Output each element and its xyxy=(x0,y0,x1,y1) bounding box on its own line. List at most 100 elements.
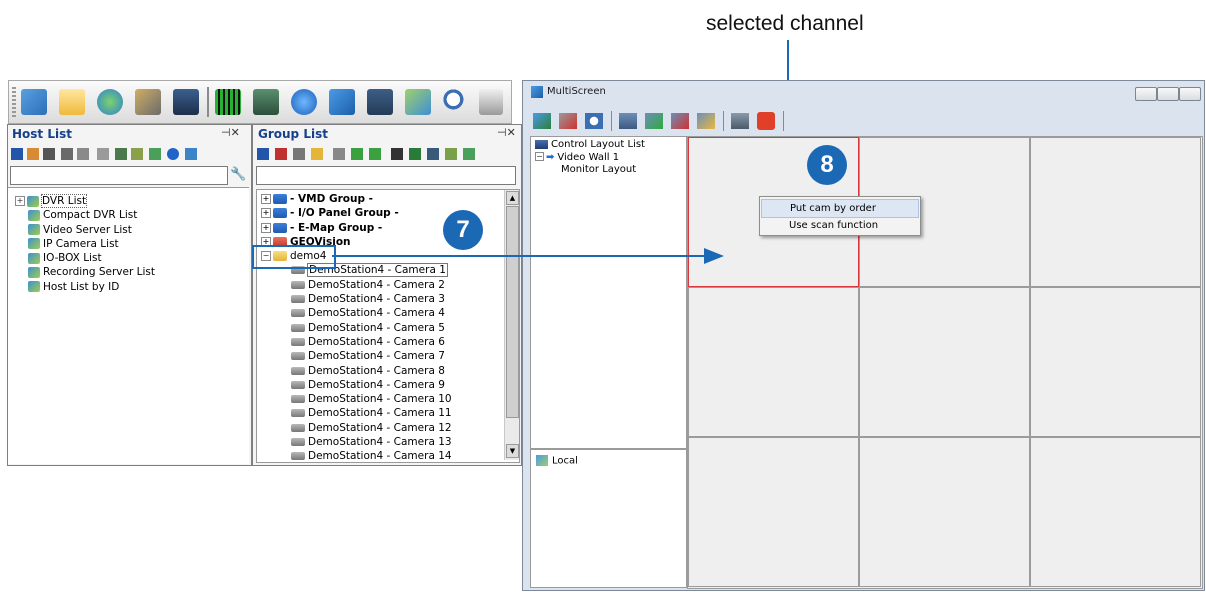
power-icon[interactable] xyxy=(757,112,775,130)
folder-icon[interactable] xyxy=(59,89,85,115)
host-search-input[interactable] xyxy=(10,166,228,185)
maximize-button[interactable] xyxy=(1157,87,1179,101)
wrench-icon[interactable]: 🔧 xyxy=(230,167,246,182)
tree-camera-item[interactable]: DemoStation4 - Camera 4 xyxy=(261,306,452,320)
monitor-cell-8[interactable] xyxy=(859,437,1030,587)
arrow-up-icon[interactable] xyxy=(351,148,363,160)
tag-icon[interactable] xyxy=(445,148,457,160)
monitor-cell-6[interactable] xyxy=(1030,287,1201,437)
tree-item[interactable]: Recording Server List xyxy=(15,265,155,279)
info-icon[interactable] xyxy=(167,148,179,160)
tree-camera-item[interactable]: DemoStation4 - Camera 13 xyxy=(261,435,452,449)
tree-camera-item[interactable]: DemoStation4 - Camera 5 xyxy=(261,321,452,335)
tree-camera-item[interactable]: DemoStation4 - Camera 9 xyxy=(261,378,452,392)
find-icon[interactable] xyxy=(585,113,603,129)
tree-item[interactable]: IO-BOX List xyxy=(15,251,155,265)
add-monitor-icon[interactable] xyxy=(645,113,663,129)
tree-item-control-layout-list[interactable]: Control Layout List xyxy=(535,139,645,152)
emap-icon[interactable] xyxy=(135,89,161,115)
tree-item-video-wall[interactable]: − ➡ Video Wall 1 xyxy=(535,152,645,165)
monitor-cell-4[interactable] xyxy=(688,287,859,437)
tree-item-monitor-layout[interactable]: Monitor Layout xyxy=(535,164,645,177)
host-icon xyxy=(28,238,40,250)
expand-icon[interactable]: + xyxy=(261,194,271,204)
monitor-icon[interactable] xyxy=(173,89,199,115)
tree-camera-item[interactable]: DemoStation4 - Camera 3 xyxy=(261,292,452,306)
tree-camera-item[interactable]: DemoStation4 - Camera 11 xyxy=(261,406,452,420)
tree-item[interactable]: Video Server List xyxy=(15,223,155,237)
multiscreen-icon[interactable] xyxy=(329,89,355,115)
monitor-cell-5[interactable] xyxy=(859,287,1030,437)
keypad-icon[interactable] xyxy=(479,89,503,115)
tree-camera-item[interactable]: DemoStation4 - Camera 14 xyxy=(261,449,452,462)
expand-icon[interactable]: + xyxy=(261,222,271,233)
layout-icon[interactable] xyxy=(409,148,421,160)
save-icon[interactable] xyxy=(257,148,269,160)
link-icon[interactable] xyxy=(97,148,109,160)
local-item[interactable]: Local xyxy=(536,455,578,467)
monitor-cell-9[interactable] xyxy=(1030,437,1201,587)
edit-icon[interactable] xyxy=(27,148,39,160)
disconnect-icon[interactable] xyxy=(77,148,89,160)
connect-icon[interactable] xyxy=(61,148,73,160)
scan-icon[interactable] xyxy=(405,89,431,115)
new-folder-icon[interactable] xyxy=(311,148,323,160)
tree-group-vmd[interactable]: + - VMD Group - xyxy=(261,192,452,206)
monitor-icon[interactable] xyxy=(619,113,637,129)
camera-icon xyxy=(291,352,305,361)
tree-camera-item[interactable]: DemoStation4 - Camera 6 xyxy=(261,335,452,349)
download-icon[interactable] xyxy=(291,89,317,115)
camera-icon[interactable] xyxy=(333,148,345,160)
arrow-down-icon[interactable] xyxy=(369,148,381,160)
delete-icon[interactable] xyxy=(275,148,287,160)
tree-group-io-panel[interactable]: + - I/O Panel Group - xyxy=(261,206,452,220)
scan-icon[interactable] xyxy=(697,113,715,129)
minimize-button[interactable] xyxy=(1135,87,1157,101)
delete-monitor-icon[interactable] xyxy=(671,113,689,129)
scroll-down-icon[interactable]: ▼ xyxy=(506,444,519,458)
copy-icon[interactable] xyxy=(293,148,305,160)
monitor-cell-3[interactable] xyxy=(1030,137,1201,287)
save-icon[interactable] xyxy=(11,148,23,160)
star-icon[interactable] xyxy=(463,148,475,160)
tag-icon[interactable] xyxy=(131,148,143,160)
tree-camera-item[interactable]: DemoStation4 - Camera 12 xyxy=(261,421,452,435)
network-icon[interactable] xyxy=(21,89,47,115)
level-meter-icon[interactable] xyxy=(215,89,241,115)
close-button[interactable] xyxy=(1179,87,1201,101)
star-icon[interactable] xyxy=(149,148,161,160)
tree-camera-item[interactable]: DemoStation4 - Camera 2 xyxy=(261,278,452,292)
globe-icon[interactable] xyxy=(97,89,123,115)
menu-item-put-cam-by-order[interactable]: Put cam by order xyxy=(761,199,919,218)
vertical-scrollbar[interactable]: ▲ ▼ xyxy=(504,190,519,460)
screen-icon[interactable] xyxy=(367,89,393,115)
tree-camera-item[interactable]: DemoStation4 - Camera 8 xyxy=(261,364,452,378)
menu-item-use-scan-function[interactable]: Use scan function xyxy=(761,217,919,234)
search-icon[interactable] xyxy=(443,89,469,115)
group-list-pin-close[interactable]: ⊣✕ xyxy=(497,126,516,139)
monitor-cell-7[interactable] xyxy=(688,437,859,587)
tree-camera-item[interactable]: DemoStation4 - Camera 7 xyxy=(261,349,452,363)
scroll-thumb[interactable] xyxy=(506,206,519,418)
display-icon[interactable] xyxy=(731,113,749,129)
delete-icon[interactable] xyxy=(43,148,55,160)
screen-icon[interactable] xyxy=(427,148,439,160)
tree-item[interactable]: IP Camera List xyxy=(15,237,155,251)
group-search-input[interactable] xyxy=(256,166,516,185)
dvr-icon[interactable] xyxy=(253,89,279,115)
tree-item[interactable]: Host List by ID xyxy=(15,280,155,294)
grid-icon[interactable] xyxy=(115,148,127,160)
collapse-icon[interactable]: − xyxy=(535,152,544,161)
tree-group-emap[interactable]: + - E-Map Group - xyxy=(261,221,452,235)
tree-item-dvr-list[interactable]: + DVR List xyxy=(15,194,155,208)
expand-icon[interactable]: + xyxy=(15,196,25,206)
tree-camera-item[interactable]: DemoStation4 - Camera 10 xyxy=(261,392,452,406)
tree-item[interactable]: Compact DVR List xyxy=(15,208,155,222)
panel-icon[interactable] xyxy=(391,148,403,160)
expand-icon[interactable]: + xyxy=(261,208,271,219)
scroll-up-icon[interactable]: ▲ xyxy=(506,191,519,205)
layout-settings-icon[interactable] xyxy=(533,113,551,129)
tools-icon[interactable] xyxy=(185,148,197,160)
remove-layout-icon[interactable] xyxy=(559,113,577,129)
host-list-pin-close[interactable]: ⊣✕ xyxy=(221,126,240,139)
